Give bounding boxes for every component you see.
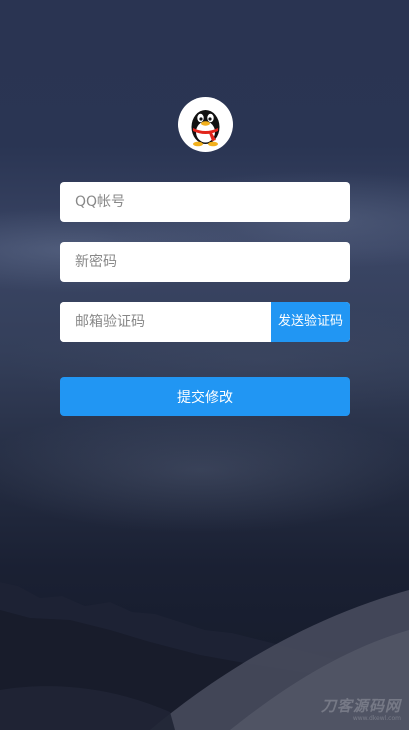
watermark-title: 刀客源码网 <box>320 697 401 715</box>
send-code-button[interactable]: 发送验证码 <box>271 302 350 342</box>
watermark-url: www.dkewl.com <box>352 715 401 722</box>
watermark: 刀客源码网 www.dkewl.com <box>321 695 401 722</box>
email-code-input[interactable] <box>60 302 271 342</box>
verification-code-row: 发送验证码 <box>60 302 350 342</box>
submit-button[interactable]: 提交修改 <box>60 377 350 416</box>
qq-avatar <box>178 97 233 152</box>
new-password-input[interactable] <box>60 242 350 282</box>
qq-penguin-icon <box>191 110 220 147</box>
qq-account-input[interactable] <box>60 182 350 222</box>
